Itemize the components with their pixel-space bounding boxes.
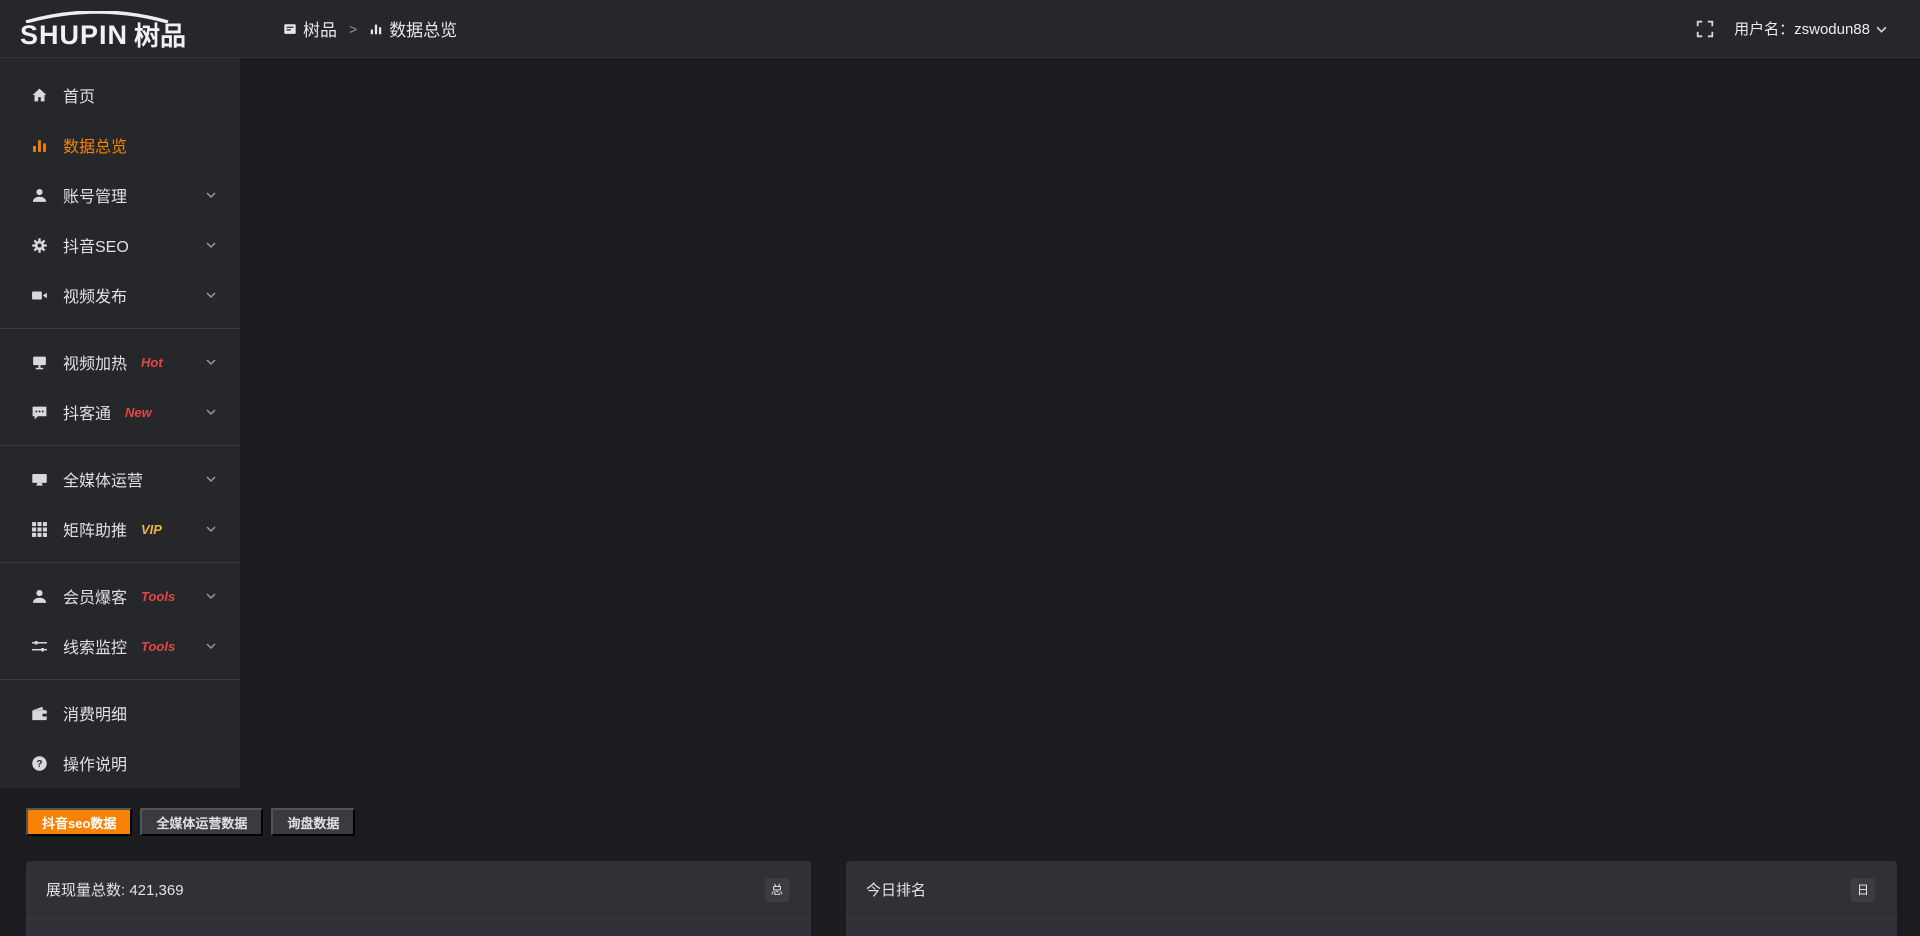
- sidebar-item-data-overview[interactable]: 数据总览: [0, 120, 240, 170]
- vip-badge: VIP: [141, 522, 162, 537]
- logo-text-cn: 树品: [134, 23, 186, 49]
- chevron-down-icon: [206, 359, 216, 366]
- user-menu[interactable]: 用户名：zswodun88: [1734, 18, 1887, 39]
- sidebar-item-label: 会员爆客: [63, 584, 127, 608]
- home-icon: [30, 87, 48, 104]
- breadcrumb-label: 数据总览: [389, 16, 457, 41]
- sidebar-item-douyin-seo[interactable]: 抖音SEO: [0, 220, 240, 270]
- sidebar-divider: [0, 445, 240, 446]
- layout: 首页 数据总览 账号管理 抖音SEO 视频发布: [0, 58, 1920, 936]
- tools-badge: Tools: [141, 639, 175, 654]
- top-bar: SHUPIN 树品 树品 > 数据总览 用户名：zswodun88: [0, 0, 1920, 58]
- seo-overview-panel: 展现量总数: 421,369 总 D音SEO数据量总览: [26, 861, 811, 936]
- username-label: 用户名：zswodun88: [1734, 18, 1870, 39]
- sidebar-item-douketong[interactable]: 抖客通 New: [0, 387, 240, 437]
- gear-icon: [30, 237, 48, 254]
- comment-icon: [30, 404, 48, 421]
- display-icon: [30, 354, 48, 371]
- chevron-down-icon: [1876, 26, 1887, 34]
- total-toggle-badge[interactable]: 总: [765, 878, 789, 902]
- breadcrumb-item-current[interactable]: 数据总览: [369, 16, 457, 41]
- top-right-actions: 用户名：zswodun88: [1696, 18, 1920, 39]
- sidebar-item-label: 账号管理: [63, 183, 127, 207]
- chart-panel-header: 展现量总数: 421,369 总: [26, 861, 811, 919]
- sidebar-item-label: 消费明细: [63, 701, 127, 725]
- wallet-icon: [30, 705, 48, 722]
- sidebar-item-label: 数据总览: [63, 133, 127, 157]
- dashboard-icon: [283, 22, 297, 36]
- sidebar-item-home[interactable]: 首页: [0, 70, 240, 120]
- pie-chart-area: D音SEO数据量总览 总评论量572: [26, 919, 811, 936]
- chevron-down-icon: [206, 526, 216, 533]
- chevron-down-icon: [206, 643, 216, 650]
- tab-omni-media-data[interactable]: 全媒体运营数据: [140, 808, 263, 836]
- logo: SHUPIN 树品: [0, 8, 240, 49]
- svg-text:?: ?: [36, 758, 42, 769]
- new-badge: New: [125, 405, 152, 420]
- sidebar-item-member-burst[interactable]: 会员爆客 Tools: [0, 571, 240, 621]
- impressions-total-label: 展现量总数: 421,369: [46, 879, 184, 900]
- chevron-down-icon: [206, 593, 216, 600]
- sidebar-item-video-publish[interactable]: 视频发布: [0, 270, 240, 320]
- sidebar-item-video-heat[interactable]: 视频加热 Hot: [0, 337, 240, 387]
- sidebar-item-label: 视频加热: [63, 350, 127, 374]
- breadcrumb-label: 树品: [303, 16, 337, 41]
- breadcrumb: 树品 > 数据总览: [283, 16, 457, 41]
- chevron-down-icon: [206, 476, 216, 483]
- hot-badge: Hot: [141, 355, 163, 370]
- breadcrumb-item-home[interactable]: 树品: [283, 16, 337, 41]
- bar-chart-icon: [30, 137, 48, 154]
- sidebar-item-lead-monitor[interactable]: 线索监控 Tools: [0, 621, 240, 671]
- chevron-down-icon: [206, 292, 216, 299]
- sidebar-item-label: 视频发布: [63, 283, 127, 307]
- sidebar-item-account[interactable]: 账号管理: [0, 170, 240, 220]
- data-tabs: 抖音seo数据 全媒体运营数据 询盘数据: [26, 808, 1897, 836]
- bar-chart-icon: [369, 22, 383, 36]
- grid-icon: [30, 521, 48, 538]
- sidebar-item-label: 矩阵助推: [63, 517, 127, 541]
- tools-badge: Tools: [141, 589, 175, 604]
- pie-leader-lines: [26, 919, 811, 936]
- user-icon: [30, 588, 48, 605]
- sliders-icon: [30, 638, 48, 655]
- chevron-down-icon: [206, 409, 216, 416]
- tab-douyin-seo-data[interactable]: 抖音seo数据: [26, 808, 132, 836]
- ranking-title: 今日排名: [866, 879, 926, 900]
- sidebar-item-help[interactable]: ? 操作说明: [0, 738, 240, 788]
- sidebar-item-label: 操作说明: [63, 751, 127, 775]
- top-row: 展现量总数: 421,369 总 D音SEO数据量总览: [26, 861, 1897, 936]
- ranking-panel-header: 今日排名 日: [846, 861, 1897, 919]
- day-toggle-badge[interactable]: 日: [1851, 878, 1875, 902]
- breadcrumb-separator: >: [349, 21, 357, 37]
- sidebar-divider: [0, 679, 240, 680]
- app: SHUPIN 树品 树品 > 数据总览 用户名：zswodun88: [0, 0, 1920, 936]
- today-ranking-panel: 今日排名 日 序号 关键词 排名 创建时间: [846, 861, 1897, 936]
- fullscreen-icon[interactable]: [1696, 20, 1714, 38]
- sidebar-divider: [0, 562, 240, 563]
- main-content: 抖音seo数据 全媒体运营数据 询盘数据 展现量总数: 421,369 总 D音…: [0, 788, 1920, 936]
- sidebar-item-omni-media[interactable]: 全媒体运营: [0, 454, 240, 504]
- sidebar-item-consumption[interactable]: 消费明细: [0, 688, 240, 738]
- sidebar-item-label: 全媒体运营: [63, 467, 143, 491]
- logo-arc: [22, 11, 172, 23]
- sidebar-item-matrix-boost[interactable]: 矩阵助推 VIP: [0, 504, 240, 554]
- sidebar-item-label: 线索监控: [63, 634, 127, 658]
- monitor-icon: [30, 471, 48, 488]
- sidebar-item-label: 首页: [63, 83, 95, 107]
- tab-inquiry-data[interactable]: 询盘数据: [271, 808, 355, 836]
- sidebar-divider: [0, 328, 240, 329]
- chevron-down-icon: [206, 192, 216, 199]
- question-circle-icon: ?: [30, 755, 48, 772]
- video-camera-icon: [30, 287, 48, 304]
- sidebar: 首页 数据总览 账号管理 抖音SEO 视频发布: [0, 58, 240, 788]
- user-icon: [30, 187, 48, 204]
- sidebar-item-label: 抖音SEO: [63, 233, 129, 257]
- chevron-down-icon: [206, 242, 216, 249]
- sidebar-item-label: 抖客通: [63, 400, 111, 424]
